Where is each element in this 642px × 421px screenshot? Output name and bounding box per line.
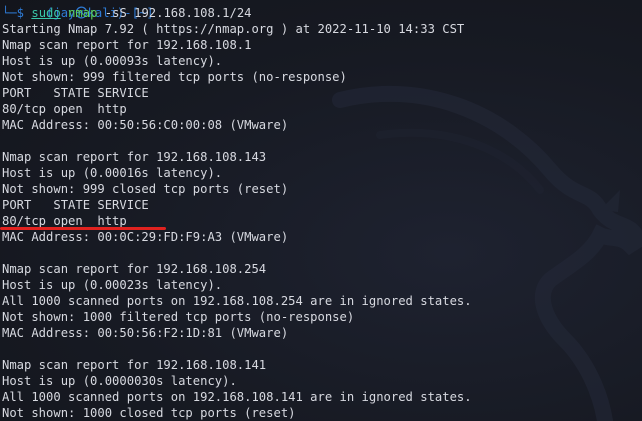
output-line: 80/tcp open http: [2, 102, 127, 116]
output-line: MAC Address: 00:0C:29:FD:F9:A3 (VMware): [2, 230, 289, 244]
command-line: └─$ sudo nmap -sS 192.168.108.1/24: [2, 5, 642, 21]
output-line: Not shown: 999 closed tcp ports (reset): [2, 182, 289, 196]
command-sudo: sudo: [31, 6, 61, 20]
prompt-symbol: └─$: [2, 6, 25, 20]
output-line: PORT STATE SERVICE: [2, 86, 149, 100]
output-line: Not shown: 1000 filtered tcp ports (no-r…: [2, 310, 355, 324]
output-line: Not shown: 1000 closed tcp ports (reset): [2, 406, 296, 420]
output-line: Host is up (0.0000030s latency).: [2, 374, 237, 388]
output-line: PORT STATE SERVICE: [2, 198, 149, 212]
output-line: All 1000 scanned ports on 192.168.108.25…: [2, 294, 472, 308]
output-line: MAC Address: 00:50:56:F2:1D:81 (VMware): [2, 326, 289, 340]
output-line: Host is up (0.00023s latency).: [2, 278, 223, 292]
output-line: Nmap scan report for 192.168.108.141: [2, 358, 267, 372]
terminal-window[interactable]: (jay㉿kali)-[~] └─$ sudo nmap -sS 192.168…: [0, 0, 642, 421]
output-line: MAC Address: 00:50:56:C0:00:08 (VMware): [2, 118, 289, 132]
output-line: Nmap scan report for 192.168.108.254: [2, 262, 267, 276]
output-line: All 1000 scanned ports on 192.168.108.14…: [2, 390, 472, 404]
terminal-output: (jay㉿kali)-[~] └─$ sudo nmap -sS 192.168…: [2, 0, 642, 421]
command-nmap: nmap: [68, 6, 98, 20]
output-line: Not shown: 999 filtered tcp ports (no-re…: [2, 70, 347, 84]
output-line: Nmap scan report for 192.168.108.1: [2, 38, 252, 52]
output-line: Starting Nmap 7.92 ( https://nmap.org ) …: [2, 22, 465, 36]
output-line: Nmap scan report for 192.168.108.143: [2, 150, 267, 164]
output-line: Host is up (0.00093s latency).: [2, 54, 223, 68]
red-annotation-underline: [0, 227, 166, 230]
output-line: Host is up (0.00016s latency).: [2, 166, 223, 180]
command-args: -sS 192.168.108.1/24: [104, 6, 252, 20]
